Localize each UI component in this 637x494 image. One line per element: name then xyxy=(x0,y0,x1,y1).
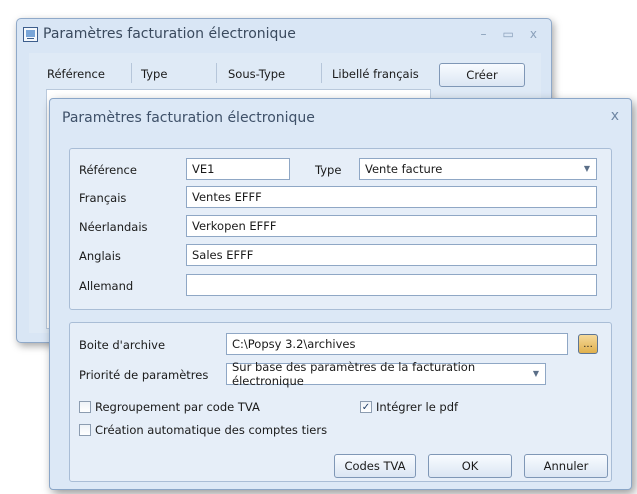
francais-label: Français xyxy=(79,191,127,205)
chevron-down-icon: ▼ xyxy=(532,369,539,378)
priorite-select[interactable]: Sur base des paramètres de la facturatio… xyxy=(226,360,546,388)
window-controls: – ▭ x xyxy=(481,27,537,41)
ok-button[interactable]: OK xyxy=(428,454,512,478)
allemand-field[interactable] xyxy=(186,274,597,296)
back-window-titlebar: Paramètres facturation électronique xyxy=(17,19,551,49)
column-separator xyxy=(216,63,217,83)
priorite-select-value: Sur base des paramètres de la facturatio… xyxy=(232,360,476,388)
column-header-libelle-francais[interactable]: Libellé français xyxy=(332,67,419,81)
check-icon[interactable]: ✓ xyxy=(360,401,372,413)
edit-dialog: Paramètres facturation électronique x Ré… xyxy=(49,98,632,490)
back-window-title: Paramètres facturation électronique xyxy=(43,26,296,42)
regroupement-checkbox[interactable]: Regroupement par code TVA xyxy=(79,400,260,414)
creation-auto-checkbox[interactable]: Création automatique des comptes tiers xyxy=(79,423,327,437)
priorite-label: Priorité de paramètres xyxy=(79,368,209,382)
integrer-pdf-label: Intégrer le pdf xyxy=(376,400,459,414)
cancel-button[interactable]: Annuler xyxy=(524,454,608,478)
neerlandais-label: Néerlandais xyxy=(79,220,148,234)
checkbox-box[interactable] xyxy=(79,401,91,413)
checkbox-box[interactable] xyxy=(79,424,91,436)
minimize-icon[interactable]: – xyxy=(481,27,487,41)
neerlandais-field[interactable]: Verkopen EFFF xyxy=(186,215,597,237)
integrer-pdf-checkbox[interactable]: ✓ Intégrer le pdf xyxy=(360,400,458,414)
allemand-label: Allemand xyxy=(79,279,134,293)
francais-field[interactable]: Ventes EFFF xyxy=(186,186,597,208)
archive-label: Boite d'archive xyxy=(79,338,166,352)
create-button[interactable]: Créer xyxy=(439,63,525,87)
type-label: Type xyxy=(315,163,342,177)
column-header-type[interactable]: Type xyxy=(141,67,167,81)
anglais-field[interactable]: Sales EFFF xyxy=(186,244,597,266)
close-icon[interactable]: x xyxy=(611,108,619,124)
type-select-value: Vente facture xyxy=(365,162,443,176)
labels-group: Référence VE1 Type Vente facture ▼ Franç… xyxy=(69,148,612,310)
archive-path-field[interactable]: C:\Popsy 3.2\archives xyxy=(226,333,568,355)
dialog-title: Paramètres facturation électronique xyxy=(62,110,315,126)
reference-field[interactable]: VE1 xyxy=(186,158,290,180)
maximize-icon[interactable]: ▭ xyxy=(503,27,514,41)
creation-auto-label: Création automatique des comptes tiers xyxy=(95,423,328,437)
anglais-label: Anglais xyxy=(79,249,121,263)
regroupement-label: Regroupement par code TVA xyxy=(95,400,260,414)
options-group: Boite d'archive C:\Popsy 3.2\archives ..… xyxy=(69,322,612,482)
reference-label: Référence xyxy=(79,163,137,177)
app-icon xyxy=(23,26,38,42)
close-icon[interactable]: x xyxy=(530,27,537,41)
chevron-down-icon: ▼ xyxy=(583,164,590,173)
type-select[interactable]: Vente facture ▼ xyxy=(359,158,597,180)
column-separator xyxy=(131,63,132,83)
column-separator xyxy=(321,63,322,83)
codes-tva-button[interactable]: Codes TVA xyxy=(334,454,416,478)
column-header-reference[interactable]: Référence xyxy=(47,67,105,81)
browse-folder-button[interactable]: ... xyxy=(578,334,598,354)
column-header-sous-type[interactable]: Sous-Type xyxy=(228,67,285,81)
